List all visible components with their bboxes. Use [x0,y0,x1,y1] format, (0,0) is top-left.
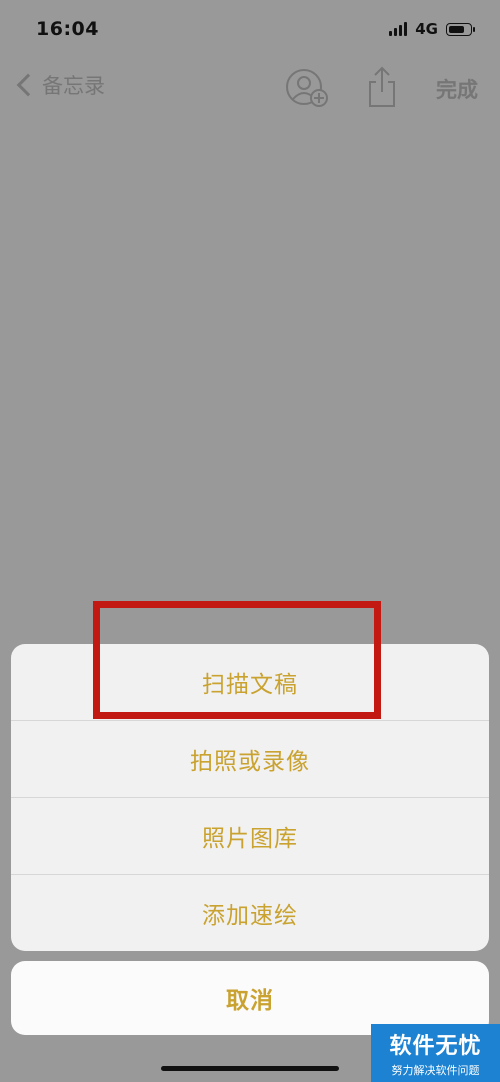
watermark-logo: 软件无忧 努力解决软件问题 [371,1024,500,1082]
network-type: 4G [415,20,438,38]
status-indicators: 4G [389,20,475,38]
battery-icon [446,22,475,36]
battery-fill [449,25,464,33]
status-time: 16:04 [36,18,99,40]
signal-icon [389,22,408,36]
watermark-title: 软件无忧 [389,1034,482,1059]
status-bar: 16:04 4G [0,0,500,60]
home-indicator[interactable] [161,1066,339,1071]
nav-bar: 备忘录 完成 [0,60,500,116]
photo-library-button[interactable]: 照片图库 [11,797,489,874]
highlight-annotation-box [93,601,381,719]
add-sketch-button[interactable]: 添加速绘 [11,874,489,951]
chevron-left-icon [16,73,40,97]
watermark-subtitle: 努力解决软件问题 [391,1064,480,1077]
share-icon[interactable] [366,66,398,108]
done-button[interactable]: 完成 [436,74,478,104]
take-photo-video-button[interactable]: 拍照或录像 [11,720,489,797]
back-button[interactable]: 备忘录 [14,70,105,100]
add-person-icon[interactable] [285,68,329,108]
back-label: 备忘录 [42,74,105,98]
